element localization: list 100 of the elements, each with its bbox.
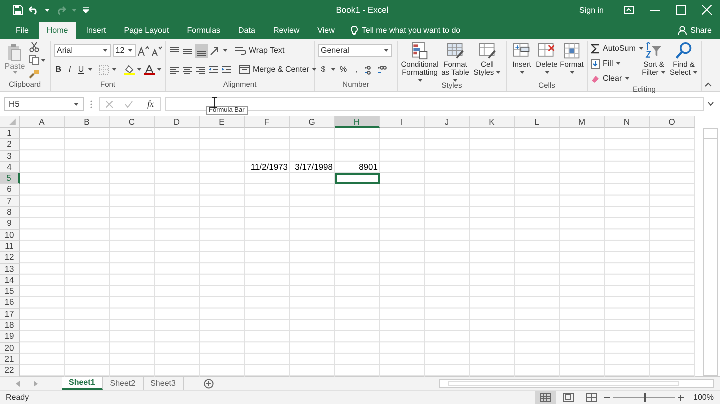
zoom-slider[interactable] xyxy=(644,393,646,402)
row-header[interactable]: 21 xyxy=(0,354,20,366)
number-format-dropdown[interactable]: General xyxy=(318,44,392,57)
row-header[interactable]: 1 xyxy=(0,128,20,140)
collapse-ribbon-icon[interactable] xyxy=(705,82,712,87)
row-header[interactable]: 7 xyxy=(0,196,20,208)
row-header[interactable]: 12 xyxy=(0,252,20,264)
add-sheet-icon[interactable] xyxy=(204,378,214,388)
undo-icon[interactable] xyxy=(29,5,39,15)
row-header[interactable]: 3 xyxy=(0,150,20,162)
share-button[interactable]: Share xyxy=(678,22,712,39)
bold-button[interactable]: B xyxy=(54,64,64,76)
ribbon-display-icon[interactable] xyxy=(624,6,634,14)
formula-field[interactable] xyxy=(165,97,704,111)
font-color-icon[interactable] xyxy=(144,64,155,74)
row-header[interactable]: 13 xyxy=(0,264,20,275)
column-header[interactable]: O xyxy=(650,116,695,128)
row-header[interactable]: 15 xyxy=(0,286,20,298)
table-cell[interactable]: 8901 xyxy=(335,162,380,174)
row-header[interactable]: 2 xyxy=(0,139,20,151)
italic-button[interactable]: I xyxy=(65,64,75,76)
column-header[interactable]: G xyxy=(290,116,335,128)
selected-cell[interactable] xyxy=(335,173,380,184)
row-header[interactable]: 5 xyxy=(0,173,20,184)
comma-button[interactable]: , xyxy=(351,64,362,76)
decrease-decimal-icon[interactable] xyxy=(377,64,388,74)
table-cell[interactable]: 3/17/1998 xyxy=(290,162,335,174)
column-header[interactable]: F xyxy=(245,116,290,128)
ribbon-tab[interactable]: Review xyxy=(265,22,308,39)
ribbon-tab[interactable]: Formulas xyxy=(179,22,229,39)
name-box[interactable]: H5 xyxy=(4,97,84,111)
row-header[interactable]: 17 xyxy=(0,308,20,320)
autosum-button[interactable]: AutoSum xyxy=(591,42,638,55)
row-header[interactable]: 19 xyxy=(0,331,20,343)
ribbon-tab[interactable]: Page Layout xyxy=(116,22,178,39)
column-header[interactable]: E xyxy=(200,116,245,128)
insert-function-button[interactable]: fx xyxy=(148,99,154,109)
currency-button[interactable]: $ xyxy=(318,64,329,76)
increase-font-size-icon[interactable] xyxy=(138,46,149,56)
align-right-icon[interactable] xyxy=(195,64,206,74)
save-icon[interactable] xyxy=(13,5,23,15)
column-header[interactable]: C xyxy=(110,116,155,128)
zoom-in-icon[interactable] xyxy=(678,394,684,400)
horizontal-scrollbar[interactable] xyxy=(439,379,714,388)
sheet-tab[interactable]: Sheet1 xyxy=(62,377,104,390)
tell-me-field[interactable]: Tell me what you want to do xyxy=(350,22,461,39)
font-size-dropdown[interactable]: 12 xyxy=(112,44,136,57)
ribbon-tab[interactable]: Data xyxy=(230,22,264,39)
center-icon[interactable] xyxy=(182,64,193,74)
row-header[interactable]: 11 xyxy=(0,240,20,252)
ribbon-tab[interactable]: Insert xyxy=(78,22,114,39)
expand-icon[interactable] xyxy=(708,102,714,106)
row-header[interactable]: 10 xyxy=(0,230,20,241)
sign-in-link[interactable]: Sign in xyxy=(580,6,604,14)
column-header[interactable]: L xyxy=(515,116,560,128)
decrease-font-size-icon[interactable] xyxy=(151,46,162,56)
row-header[interactable]: 6 xyxy=(0,184,20,196)
row-header[interactable]: 14 xyxy=(0,274,20,286)
percent-button[interactable]: % xyxy=(338,64,349,76)
customize-icon[interactable] xyxy=(83,7,89,13)
table-cell[interactable]: 11/2/1973 xyxy=(245,162,290,174)
cut-icon[interactable] xyxy=(29,42,40,52)
ribbon-tab[interactable]: View xyxy=(310,22,343,39)
fill-color-icon[interactable] xyxy=(124,64,135,74)
column-header[interactable]: J xyxy=(425,116,470,128)
row-header[interactable]: 20 xyxy=(0,342,20,354)
row-header[interactable]: 16 xyxy=(0,297,20,309)
column-header[interactable]: H xyxy=(335,116,380,128)
increase-indent-icon[interactable] xyxy=(221,64,232,74)
zoom-out-icon[interactable] xyxy=(604,394,610,400)
ribbon-tab[interactable]: File xyxy=(8,22,37,39)
align-left-icon[interactable] xyxy=(169,64,180,74)
column-header[interactable]: M xyxy=(560,116,605,128)
column-header[interactable]: D xyxy=(155,116,200,128)
close-icon[interactable] xyxy=(702,5,712,15)
clear-button[interactable]: Clear xyxy=(591,72,638,85)
ribbon-tab[interactable]: Home xyxy=(38,22,76,39)
format-painter-icon[interactable] xyxy=(29,69,40,80)
row-header[interactable]: 22 xyxy=(0,365,20,377)
vertical-scrollbar[interactable] xyxy=(703,128,718,376)
column-header[interactable]: B xyxy=(65,116,110,128)
wrap-text-button[interactable]: Wrap Text xyxy=(235,44,285,57)
orientation-icon[interactable] xyxy=(210,46,221,56)
merge-center-button[interactable]: Merge & Center xyxy=(239,63,318,76)
row-header[interactable]: 18 xyxy=(0,320,20,332)
view-button[interactable] xyxy=(534,391,556,404)
font-name-dropdown[interactable]: Arial xyxy=(54,44,111,57)
decrease-indent-icon[interactable] xyxy=(208,64,219,74)
column-header[interactable]: I xyxy=(380,116,425,128)
maximize-icon[interactable] xyxy=(676,5,686,15)
column-header[interactable]: K xyxy=(470,116,515,128)
fill-button[interactable]: Fill xyxy=(591,57,638,70)
row-header[interactable]: 9 xyxy=(0,218,20,230)
row-header[interactable]: 4 xyxy=(0,162,20,174)
zoom-level[interactable]: 100% xyxy=(694,393,714,402)
row-header[interactable]: 8 xyxy=(0,207,20,218)
underline-button[interactable]: U xyxy=(76,64,86,76)
column-header[interactable]: N xyxy=(605,116,650,128)
copy-icon[interactable] xyxy=(29,55,40,66)
column-header[interactable]: A xyxy=(20,116,65,128)
